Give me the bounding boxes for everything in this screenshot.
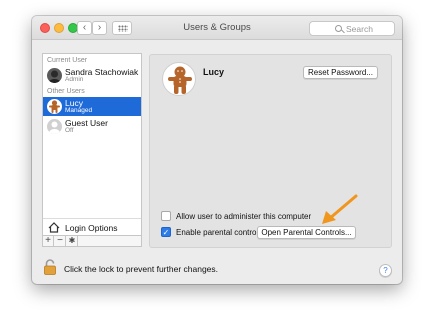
lock-icon[interactable] bbox=[44, 259, 56, 275]
guest-avatar-icon bbox=[47, 119, 62, 134]
selected-user-name: Lucy bbox=[203, 67, 225, 77]
allow-admin-label: Allow user to administer this computer bbox=[176, 212, 312, 221]
allow-admin-checkbox[interactable] bbox=[161, 211, 171, 221]
user-row-guest[interactable]: Guest User Off bbox=[43, 117, 141, 136]
user-role: Off bbox=[65, 127, 74, 134]
other-users-label: Other Users bbox=[47, 88, 85, 95]
user-role: Managed bbox=[65, 107, 93, 114]
user-role: Admin bbox=[65, 76, 84, 83]
open-parental-controls-button[interactable]: Open Parental Controls... bbox=[257, 226, 356, 239]
search-placeholder: Search bbox=[346, 24, 373, 34]
current-user-label: Current User bbox=[47, 57, 88, 64]
gingerbread-avatar-large-icon[interactable] bbox=[162, 62, 196, 96]
reset-password-button[interactable]: Reset Password... bbox=[303, 66, 378, 79]
user-row-lucy[interactable]: Lucy Managed bbox=[43, 97, 141, 116]
title-bar: ‹ › Users & Groups Search bbox=[32, 16, 402, 40]
users-sidebar: Current User Sandra Stachowiak Admin Oth… bbox=[42, 53, 142, 247]
user-row-sandra[interactable]: Sandra Stachowiak Admin bbox=[43, 66, 141, 85]
login-options-label: Login Options bbox=[65, 223, 118, 233]
enable-parental-label: Enable parental controls bbox=[176, 228, 263, 237]
gingerbread-avatar-icon bbox=[47, 99, 62, 114]
search-field[interactable]: Search bbox=[309, 21, 395, 36]
login-options-item[interactable]: Login Options bbox=[43, 218, 141, 235]
action-gear-button[interactable]: ✱ bbox=[67, 236, 78, 246]
house-icon bbox=[48, 222, 60, 233]
orange-arrow-annotation bbox=[322, 194, 358, 224]
checkmark-icon: ✓ bbox=[162, 228, 170, 237]
sidebar-action-bar: + − ✱ bbox=[43, 235, 141, 246]
search-icon bbox=[335, 25, 342, 32]
remove-user-button[interactable]: − bbox=[55, 236, 66, 246]
user-avatar-icon bbox=[47, 68, 62, 83]
users-groups-window: ‹ › Users & Groups Search Current User S… bbox=[32, 16, 402, 284]
enable-parental-checkbox[interactable]: ✓ bbox=[161, 227, 171, 237]
add-user-button[interactable]: + bbox=[43, 236, 54, 246]
lock-message: Click the lock to prevent further change… bbox=[64, 264, 219, 274]
help-button[interactable]: ? bbox=[379, 264, 392, 277]
gear-icon: ✱ bbox=[68, 236, 76, 245]
